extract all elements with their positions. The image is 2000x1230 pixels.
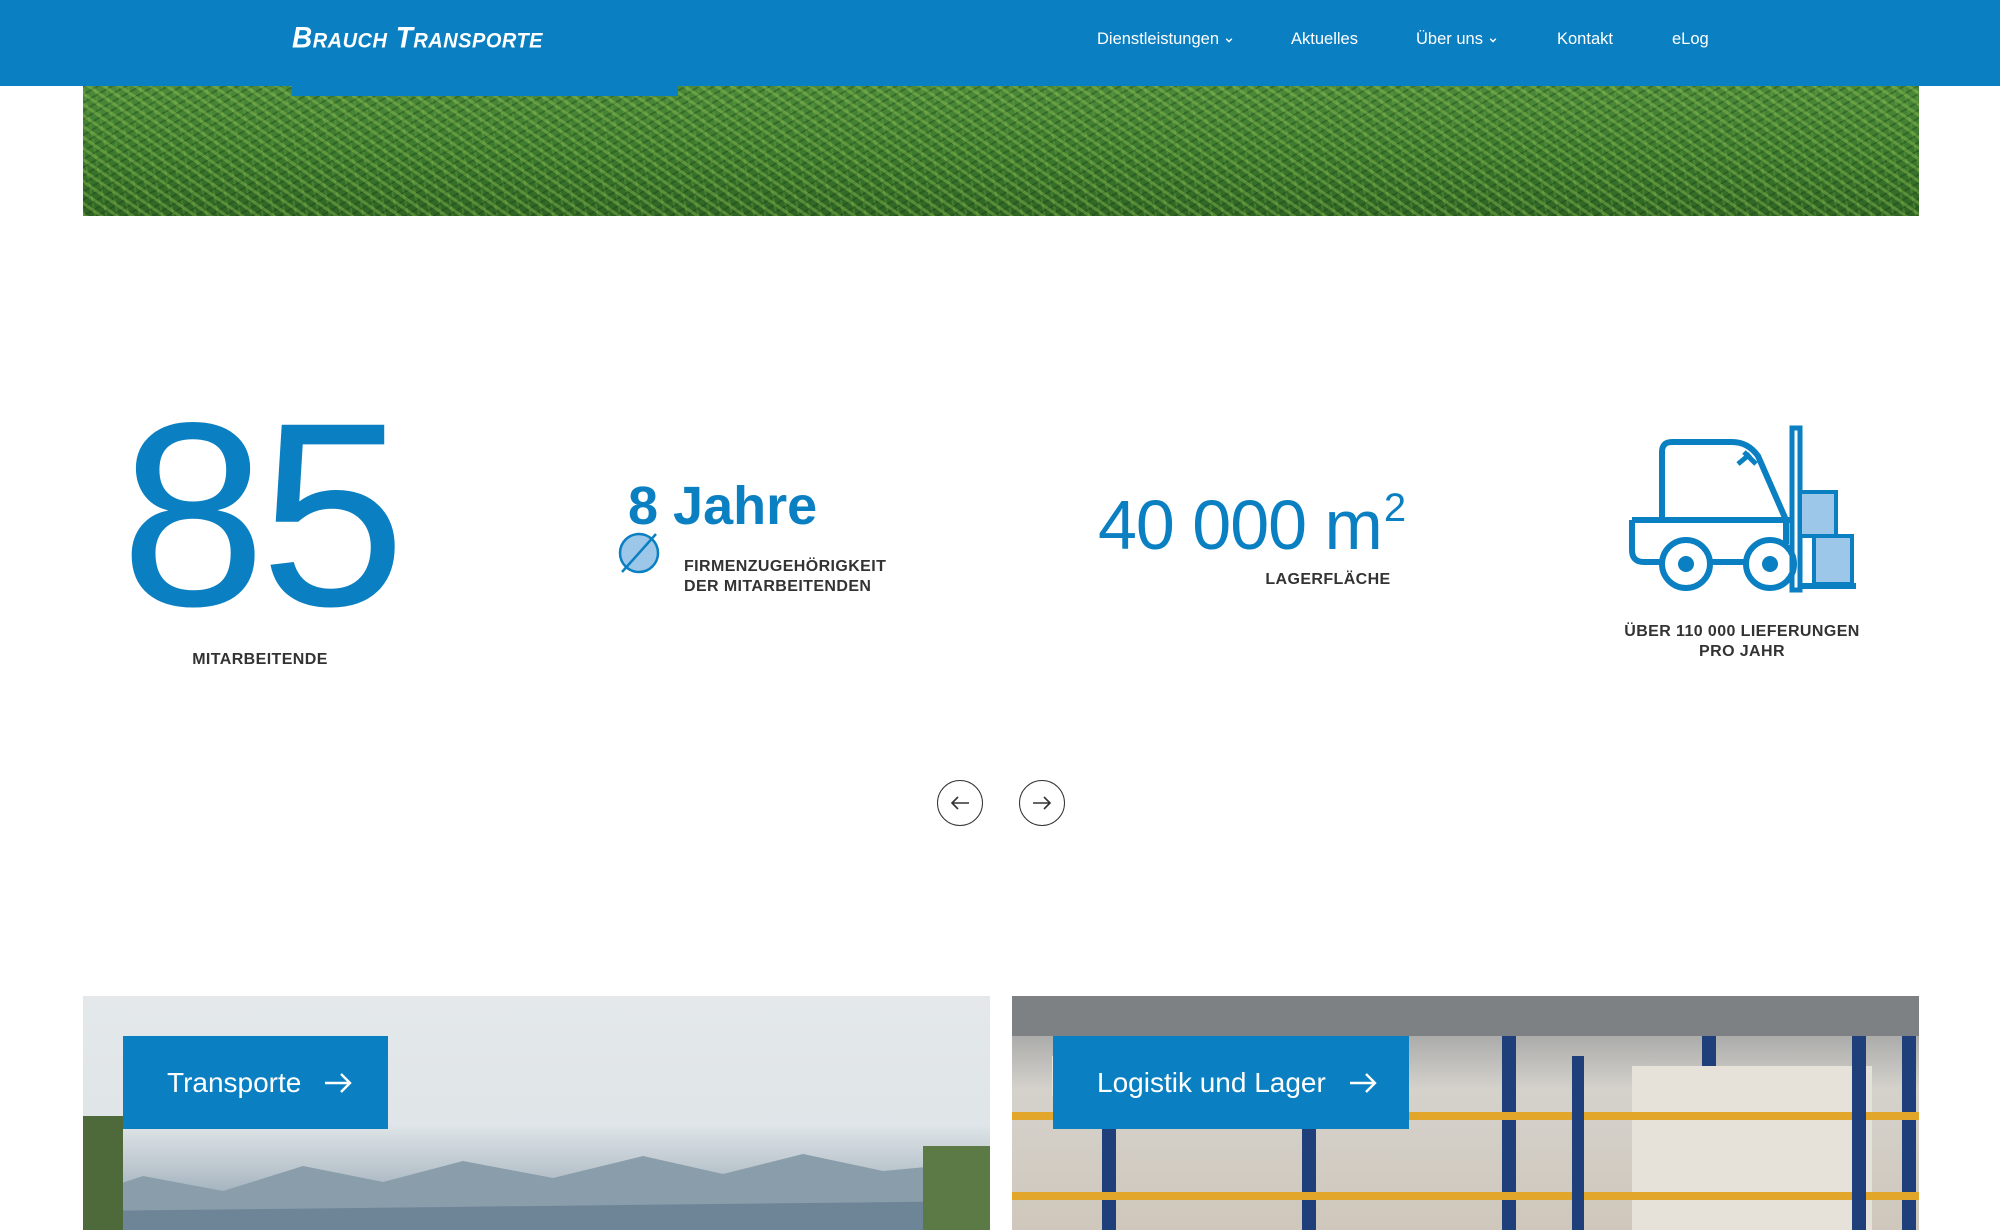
chevron-down-icon [1489, 37, 1497, 43]
transporte-button[interactable]: Transporte [123, 1036, 388, 1129]
slider-prev-button[interactable] [937, 780, 983, 826]
chevron-down-icon [1225, 37, 1233, 43]
nav-item-label: Dienstleistungen [1097, 30, 1219, 48]
arrow-left-icon [950, 796, 969, 810]
arrow-right-icon [1033, 796, 1052, 810]
nav-item-label: Kontakt [1557, 30, 1613, 48]
nav-item-aktuelles[interactable]: Aktuelles [1291, 30, 1358, 49]
logo[interactable]: Brauch Transporte [292, 21, 543, 55]
stat-storage-number: 40 000 m [1098, 486, 1383, 564]
header-tab-decoration [292, 86, 678, 96]
stat-storage-label: LAGERFLÄCHE [1265, 571, 1391, 588]
stat-deliveries-label: ÜBER 110 000 LIEFERUNGEN PRO JAHR [1592, 622, 1892, 662]
average-diameter-icon [618, 532, 660, 574]
stat-tenure-label-line2: DER MITARBEITENDEN [684, 578, 872, 595]
card-transporte[interactable]: Transporte [83, 996, 990, 1230]
hero-grass-image [83, 86, 1919, 216]
stat-storage-value: 40 000 m2 [1098, 485, 1406, 565]
stat-tenure-value: 8 Jahre [628, 476, 818, 536]
card-logistik-und-lager[interactable]: Logistik und Lager [1012, 996, 1919, 1230]
stat-employees-label: MITARBEITENDE [192, 651, 328, 668]
nav-item-label: Über uns [1416, 30, 1483, 48]
logistik-button[interactable]: Logistik und Lager [1053, 1036, 1409, 1129]
nav-item-label: eLog [1672, 30, 1709, 48]
arrow-right-icon [325, 1072, 353, 1093]
forklift-icon [1629, 425, 1856, 593]
nav-item-label: Aktuelles [1291, 30, 1358, 48]
slider-next-button[interactable] [1019, 780, 1065, 826]
transporte-button-label: Transporte [167, 1066, 302, 1098]
stat-tenure-label-line1: FIRMENZUGEHÖRIGKEIT [684, 558, 887, 575]
arrow-right-icon [1349, 1072, 1377, 1093]
stat-deliveries-label-line1: ÜBER 110 000 LIEFERUNGEN [1624, 623, 1860, 640]
logistik-button-label: Logistik und Lager [1097, 1066, 1326, 1098]
nav-item-elog[interactable]: eLog [1672, 30, 1709, 49]
nav-item-ueber-uns[interactable]: Über uns [1416, 30, 1497, 49]
stat-tenure-label: FIRMENZUGEHÖRIGKEIT DER MITARBEITENDEN [684, 557, 886, 597]
stat-employees-value: 85 [120, 368, 405, 661]
nav-item-dienstleistungen[interactable]: Dienstleistungen [1097, 30, 1233, 49]
stat-deliveries-label-line2: PRO JAHR [1699, 643, 1785, 660]
site-header: Brauch Transporte Dienstleistungen Aktue… [0, 0, 2000, 86]
stat-storage-exponent: 2 [1383, 486, 1406, 530]
nav-item-kontakt[interactable]: Kontakt [1557, 30, 1613, 49]
